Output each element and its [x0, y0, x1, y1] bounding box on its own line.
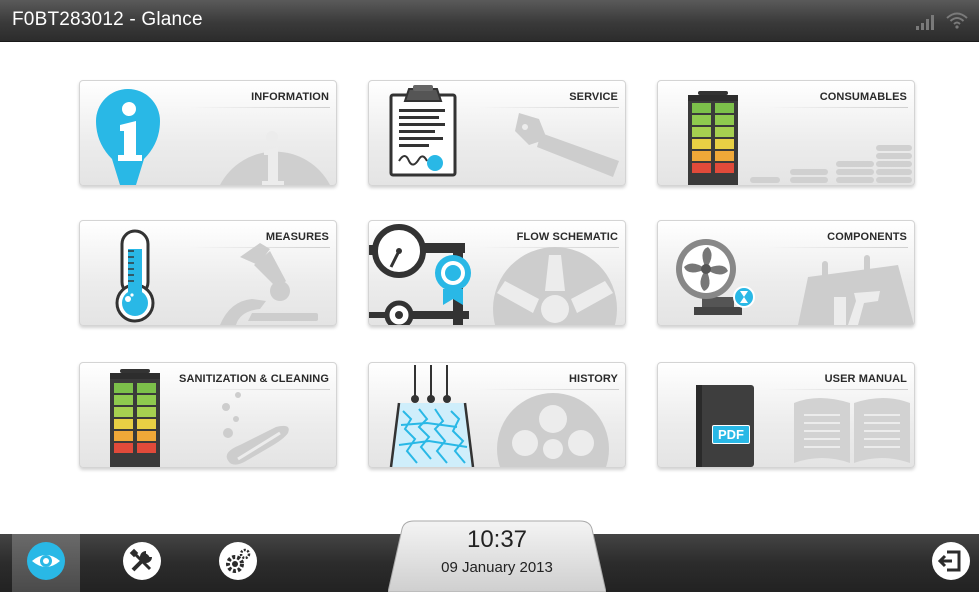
- tile-label: INFORMATION: [251, 91, 329, 103]
- tile-flow-schematic[interactable]: FLOW SCHEMATIC: [368, 220, 626, 326]
- window-title: F0BT283012 - Glance: [12, 9, 203, 30]
- tile-label: COMPONENTS: [827, 231, 907, 243]
- tile-consumables[interactable]: CONSUMABLES: [657, 80, 915, 186]
- logout-button[interactable]: [930, 540, 972, 582]
- signal-strength-icon: [916, 15, 934, 30]
- clock-date: 09 January 2013: [441, 559, 553, 576]
- logout-icon: [932, 542, 970, 580]
- tile-measures[interactable]: MEASURES: [79, 220, 337, 326]
- tile-label: CONSUMABLES: [819, 91, 907, 103]
- clock-time: 10:37: [466, 526, 528, 553]
- pdf-badge: PDF: [712, 425, 750, 444]
- tile-components[interactable]: COMPONENTS: [657, 220, 915, 326]
- tile-service[interactable]: SERVICE: [368, 80, 626, 186]
- tile-user-manual[interactable]: PDF USER MANUAL: [657, 362, 915, 468]
- tile-label: FLOW SCHEMATIC: [516, 231, 618, 243]
- tools-nav-button[interactable]: [108, 534, 176, 592]
- settings-nav-button[interactable]: [204, 534, 272, 592]
- tile-history[interactable]: HISTORY: [368, 362, 626, 468]
- tile-label: HISTORY: [569, 373, 618, 385]
- tile-label: MEASURES: [265, 231, 329, 243]
- tools-icon: [123, 542, 161, 580]
- tile-information[interactable]: INFORMATION: [79, 80, 337, 186]
- tile-label: SERVICE: [569, 91, 618, 103]
- tile-divider: [190, 389, 330, 390]
- tile-divider: [479, 247, 619, 248]
- tile-divider: [479, 107, 619, 108]
- tile-divider: [768, 247, 908, 248]
- tile-divider: [190, 247, 330, 248]
- tile-label: SANITIZATION & CLEANING: [179, 373, 329, 385]
- tile-divider: [479, 389, 619, 390]
- glance-nav-button[interactable]: [12, 534, 80, 592]
- tile-sanitization[interactable]: SANITIZATION & CLEANING: [79, 362, 337, 468]
- tile-divider: [768, 107, 908, 108]
- tile-divider: [768, 389, 908, 390]
- wifi-icon: [946, 12, 968, 29]
- tile-divider: [190, 107, 330, 108]
- gears-icon: [219, 542, 257, 580]
- tile-label: USER MANUAL: [824, 373, 907, 385]
- header-bar: F0BT283012 - Glance: [0, 0, 979, 42]
- clock-panel: 10:37 09 January 2013: [388, 519, 606, 592]
- eye-icon: [27, 542, 65, 580]
